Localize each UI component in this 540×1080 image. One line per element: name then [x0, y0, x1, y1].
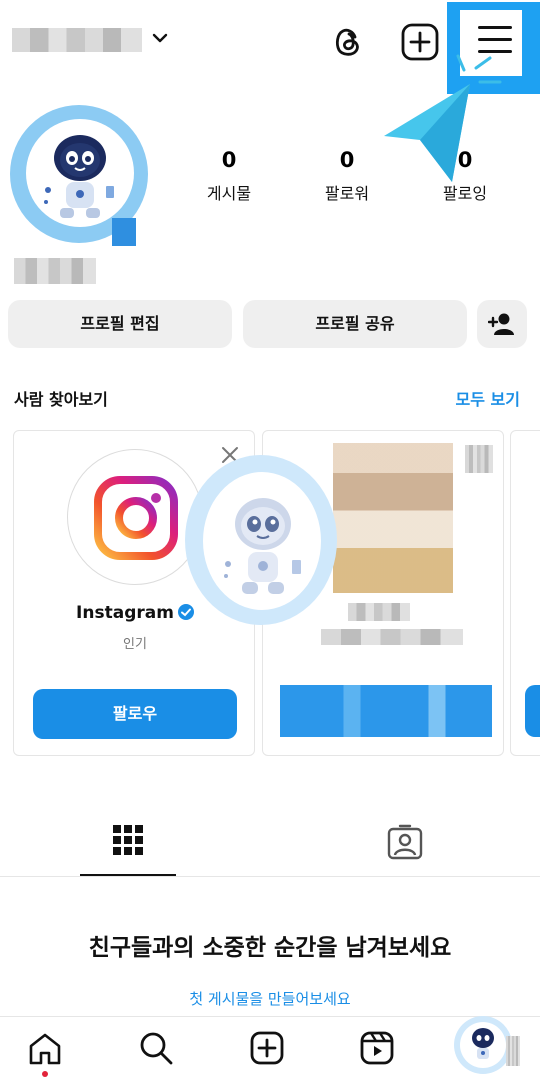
add-person-icon [488, 313, 514, 335]
home-icon [29, 1033, 61, 1065]
close-icon[interactable] [465, 445, 493, 473]
share-profile-button[interactable]: 프로필 공유 [243, 300, 467, 348]
notification-dot [42, 1071, 48, 1077]
stat-posts[interactable]: 0 게시물 [174, 148, 284, 204]
follow-button-blurred[interactable] [280, 685, 492, 737]
nav-reels[interactable] [350, 1020, 406, 1076]
nav-home[interactable] [17, 1020, 73, 1076]
verified-badge-icon [177, 604, 194, 620]
spark-lines-icon [456, 54, 502, 84]
suggestion-card-partial[interactable] [510, 430, 540, 756]
grid-icon [113, 825, 143, 855]
stat-following[interactable]: 0 팔로잉 [410, 148, 520, 204]
menu-icon [478, 38, 512, 41]
blurred-edge [506, 1036, 520, 1066]
stat-value: 0 [457, 148, 473, 172]
follow-button[interactable]: 팔로우 [33, 689, 237, 739]
card-subtitle: 인기 [123, 637, 147, 652]
instagram-logo-icon [94, 476, 178, 560]
see-all-link[interactable]: 모두 보기 [456, 386, 520, 410]
edit-profile-button[interactable]: 프로필 편집 [8, 300, 232, 348]
display-name-blurred [14, 258, 96, 284]
add-story-badge[interactable] [112, 218, 136, 246]
stat-label: 팔로워 [324, 184, 370, 203]
stat-value: 0 [221, 148, 237, 172]
menu-icon [478, 26, 512, 29]
create-first-post-link[interactable]: 첫 게시물을 만들어보세요 [0, 988, 540, 1009]
follow-button-partial[interactable] [525, 685, 540, 737]
blurred-avatar[interactable] [333, 443, 453, 593]
stat-label: 게시물 [206, 184, 252, 203]
tagged-person-icon [387, 824, 423, 860]
reels-icon [360, 1031, 394, 1065]
stat-label: 팔로잉 [442, 184, 488, 203]
instagram-avatar[interactable] [67, 449, 203, 585]
username-blurred[interactable] [12, 28, 142, 52]
nav-create[interactable] [240, 1020, 296, 1076]
threads-icon[interactable] [326, 20, 370, 64]
search-icon [140, 1032, 173, 1065]
empty-state-title: 친구들과의 소중한 순간을 남겨보세요 [88, 935, 452, 961]
discover-people-button[interactable] [477, 300, 527, 348]
card-name: Instagram [76, 603, 174, 623]
tab-divider [0, 876, 540, 877]
discover-title: 사람 찾아보기 [14, 390, 108, 409]
robot-avatar-icon [472, 1028, 494, 1059]
create-icon [250, 1031, 284, 1065]
nav-search[interactable] [128, 1020, 184, 1076]
tab-tagged[interactable] [380, 820, 430, 864]
stat-value: 0 [339, 148, 355, 172]
tab-posts-grid[interactable] [80, 810, 176, 876]
create-plus-icon[interactable] [398, 20, 442, 64]
blurred-name [348, 603, 410, 621]
blurred-subtitle [321, 629, 463, 645]
robot-avatar-icon [44, 135, 114, 218]
stat-followers[interactable]: 0 팔로워 [292, 148, 402, 204]
chevron-down-icon[interactable] [148, 26, 172, 50]
robot-avatar-icon [224, 498, 301, 594]
